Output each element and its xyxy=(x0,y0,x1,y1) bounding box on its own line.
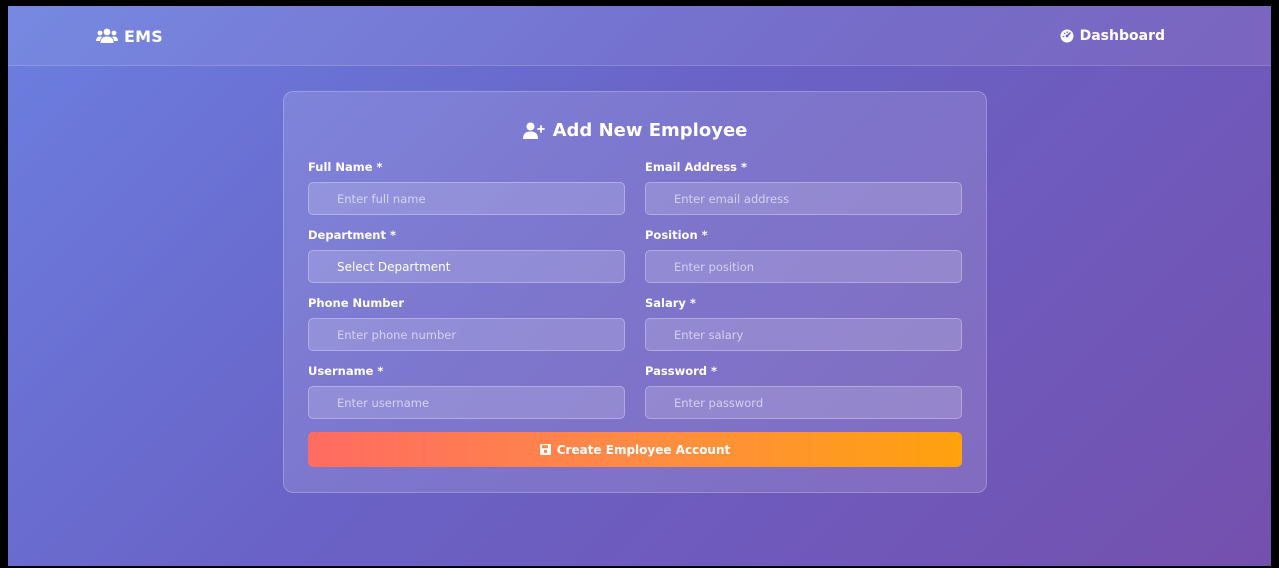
save-icon xyxy=(539,444,551,455)
dashboard-link[interactable]: Dashboard xyxy=(1060,24,1165,48)
username-label: Username * xyxy=(308,364,384,378)
gauge-icon xyxy=(1060,29,1074,43)
department-select[interactable]: Select Department xyxy=(308,250,625,283)
form-title: Add New Employee xyxy=(284,115,986,145)
user-plus-icon xyxy=(522,122,545,139)
password-group: Password * xyxy=(645,362,962,419)
brand-label: EMS xyxy=(124,26,163,46)
users-icon xyxy=(96,28,118,44)
create-employee-label: Create Employee Account xyxy=(556,442,731,457)
add-employee-card: Add New Employee Full Name * Email Addre… xyxy=(283,91,987,493)
full-name-label: Full Name * xyxy=(308,160,383,174)
username-group: Username * xyxy=(308,362,625,419)
salary-group: Salary * xyxy=(645,294,962,351)
phone-label: Phone Number xyxy=(308,296,405,310)
form-title-text: Add New Employee xyxy=(552,119,748,141)
email-group: Email Address * xyxy=(645,158,962,215)
password-input[interactable] xyxy=(645,386,962,419)
department-group: Department * Select Department xyxy=(308,226,625,283)
username-input[interactable] xyxy=(308,386,625,419)
email-input[interactable] xyxy=(645,182,962,215)
create-employee-button[interactable]: Create Employee Account xyxy=(308,432,962,467)
email-label: Email Address * xyxy=(645,160,748,174)
full-name-input[interactable] xyxy=(308,182,625,215)
phone-group: Phone Number xyxy=(308,294,625,351)
department-label: Department * xyxy=(308,228,396,242)
phone-input[interactable] xyxy=(308,318,625,351)
position-group: Position * xyxy=(645,226,962,283)
brand-link[interactable]: EMS xyxy=(96,24,163,48)
salary-label: Salary * xyxy=(645,296,696,310)
salary-input[interactable] xyxy=(645,318,962,351)
dashboard-label: Dashboard xyxy=(1079,28,1165,44)
position-label: Position * xyxy=(645,228,708,242)
app-window: EMS Dashboard Add New Employee Full Name… xyxy=(8,6,1271,566)
position-input[interactable] xyxy=(645,250,962,283)
top-navbar: EMS Dashboard xyxy=(8,6,1271,66)
full-name-group: Full Name * xyxy=(308,158,625,215)
password-label: Password * xyxy=(645,364,718,378)
